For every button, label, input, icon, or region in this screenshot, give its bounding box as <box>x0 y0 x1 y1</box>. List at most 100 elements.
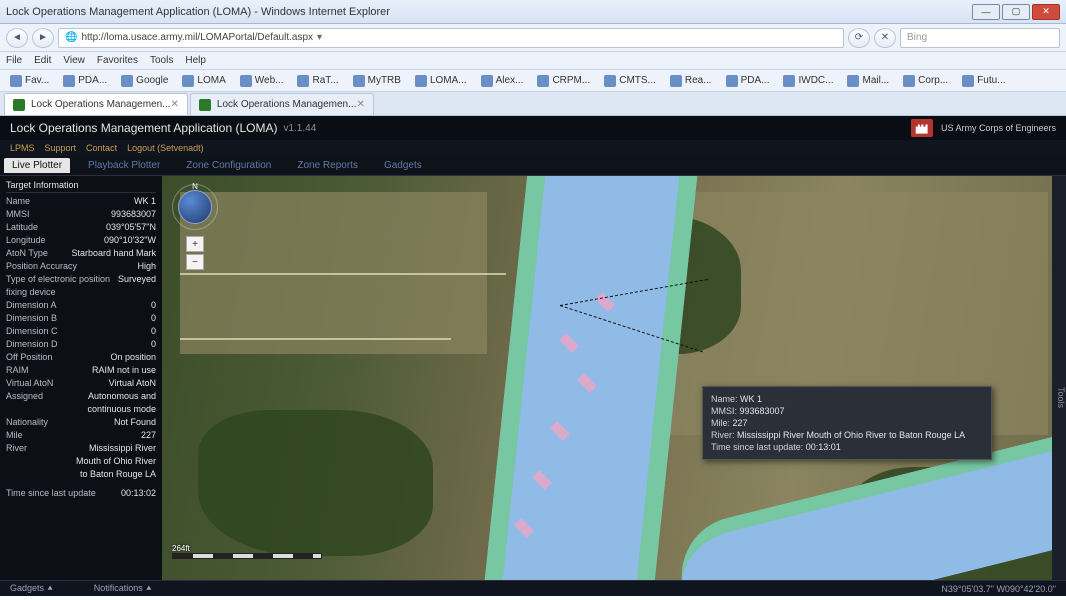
favicon-icon <box>10 75 22 87</box>
bookmark-item[interactable]: PDA... <box>722 74 774 88</box>
info-row: Type of electronic position fixing devic… <box>6 273 156 299</box>
window-titlebar: Lock Operations Management Application (… <box>0 0 1066 24</box>
bookmark-item[interactable]: CRPM... <box>533 74 594 88</box>
bookmark-item[interactable]: Web... <box>236 74 288 88</box>
app-title: Lock Operations Management Application (… <box>10 121 277 135</box>
refresh-button[interactable]: ⟳ <box>848 28 870 48</box>
usace-logo-icon <box>911 119 933 137</box>
tab-title: Lock Operations Managemen... <box>31 99 171 110</box>
sublink-logout[interactable]: Logout (Setvenadt) <box>127 143 204 153</box>
url-text: http://loma.usace.army.mil/LOMAPortal/De… <box>81 32 313 43</box>
close-button[interactable]: ✕ <box>1032 4 1060 20</box>
tab-live-plotter[interactable]: Live Plotter <box>4 158 70 173</box>
cursor-coords: N39°05'03.7" W090°42'20.0" <box>941 584 1056 594</box>
map-canvas[interactable]: N + − Name: WK 1 MMSI: 993683007 Mile: 2… <box>162 176 1066 580</box>
tab-favicon-icon <box>199 99 211 111</box>
forward-button[interactable]: ► <box>32 28 54 48</box>
app-tabs: Live Plotter Playback Plotter Zone Confi… <box>0 156 1066 176</box>
compass-control[interactable]: N <box>172 184 218 230</box>
address-bar[interactable]: 🌐 http://loma.usace.army.mil/LOMAPortal/… <box>58 28 844 48</box>
bookmark-item[interactable]: LOMA <box>178 74 229 88</box>
zoom-out-button[interactable]: − <box>186 254 204 270</box>
favicon-icon <box>63 75 75 87</box>
menu-favorites[interactable]: Favorites <box>97 55 138 66</box>
back-button[interactable]: ◄ <box>6 28 28 48</box>
zoom-control: + − <box>186 236 204 270</box>
bookmark-item[interactable]: Mail... <box>843 74 893 88</box>
menu-help[interactable]: Help <box>185 55 206 66</box>
bookmark-item[interactable]: Corp... <box>899 74 952 88</box>
bookmark-item[interactable]: PDA... <box>59 74 111 88</box>
info-row: Longitude090°10'32"W <box>6 234 156 247</box>
notifications-toggle[interactable]: Notifications ⯅ <box>94 583 153 594</box>
tab-close-icon[interactable]: ✕ <box>356 99 364 110</box>
maximize-button[interactable]: ▢ <box>1002 4 1030 20</box>
browser-tabstrip: Lock Operations Managemen... ✕ Lock Oper… <box>0 92 1066 116</box>
search-box[interactable]: Bing <box>900 28 1060 48</box>
bookmark-item[interactable]: LOMA... <box>411 74 471 88</box>
app-bottom-bar: Gadgets ⯅ Notifications ⯅ N39°05'03.7" W… <box>0 580 1066 596</box>
bookmarks-bar: Fav... PDA... Google LOMA Web... RaT... … <box>0 70 1066 92</box>
tab-zone-configuration[interactable]: Zone Configuration <box>178 158 279 173</box>
tab-gadgets[interactable]: Gadgets <box>376 158 430 173</box>
favicon-icon <box>903 75 915 87</box>
favicon-icon <box>962 75 974 87</box>
zoom-in-button[interactable]: + <box>186 236 204 252</box>
sublink-contact[interactable]: Contact <box>86 143 117 153</box>
gadgets-toggle[interactable]: Gadgets ⯅ <box>10 583 54 594</box>
bookmark-item[interactable]: Alex... <box>477 74 528 88</box>
menu-tools[interactable]: Tools <box>150 55 173 66</box>
map-imagery <box>162 176 1066 580</box>
info-row: RiverMississippi River Mouth of Ohio Riv… <box>6 442 156 481</box>
info-row: Dimension D0 <box>6 338 156 351</box>
info-row: Latitude039°05'57"N <box>6 221 156 234</box>
url-dropdown-icon[interactable]: ▾ <box>317 32 322 43</box>
menu-view[interactable]: View <box>63 55 85 66</box>
info-row: Dimension C0 <box>6 325 156 338</box>
north-label: N <box>192 182 198 191</box>
tab-zone-reports[interactable]: Zone Reports <box>289 158 366 173</box>
bookmark-item[interactable]: Rea... <box>666 74 716 88</box>
app-header: Lock Operations Management Application (… <box>0 116 1066 140</box>
minimize-button[interactable]: — <box>972 4 1000 20</box>
favicon-icon <box>297 75 309 87</box>
map-scale: 264ft <box>172 544 322 564</box>
favicon-icon <box>537 75 549 87</box>
info-row: AtoN TypeStarboard hand Mark <box>6 247 156 260</box>
globe-icon <box>178 190 212 224</box>
window-title: Lock Operations Management Application (… <box>6 6 390 18</box>
menu-file[interactable]: File <box>6 55 22 66</box>
bookmark-item[interactable]: RaT... <box>293 74 342 88</box>
favicon-icon <box>481 75 493 87</box>
menu-edit[interactable]: Edit <box>34 55 51 66</box>
tab-close-icon[interactable]: ✕ <box>171 99 179 110</box>
browser-tab[interactable]: Lock Operations Managemen... ✕ <box>4 93 188 115</box>
info-row: Off PositionOn position <box>6 351 156 364</box>
favicon-icon <box>182 75 194 87</box>
bookmark-item[interactable]: Futu... <box>958 74 1009 88</box>
bookmark-item[interactable]: MyTRB <box>349 74 405 88</box>
bookmark-item[interactable]: CMTS... <box>600 74 660 88</box>
favicon-icon <box>240 75 252 87</box>
info-row: AssignedAutonomous and continuous mode <box>6 390 156 416</box>
info-row: MMSI993683007 <box>6 208 156 221</box>
favicon-icon <box>415 75 427 87</box>
sublink-support[interactable]: Support <box>45 143 77 153</box>
sublink-lpms[interactable]: LPMS <box>10 143 35 153</box>
stop-button[interactable]: ✕ <box>874 28 896 48</box>
tab-favicon-icon <box>13 99 25 111</box>
app-version: v1.1.44 <box>283 123 316 134</box>
tools-rail[interactable]: Tools <box>1052 176 1066 580</box>
info-row: Mile227 <box>6 429 156 442</box>
app-main: Target Information NameWK 1 MMSI99368300… <box>0 176 1066 580</box>
tab-playback-plotter[interactable]: Playback Plotter <box>80 158 168 173</box>
search-placeholder: Bing <box>907 32 927 43</box>
info-row-time: Time since last update00:13:02 <box>6 487 156 500</box>
target-info-panel: Target Information NameWK 1 MMSI99368300… <box>0 176 162 580</box>
bookmark-item[interactable]: Fav... <box>6 74 53 88</box>
bookmark-item[interactable]: IWDC... <box>779 74 837 88</box>
favicon-icon <box>847 75 859 87</box>
info-row: Dimension B0 <box>6 312 156 325</box>
browser-tab[interactable]: Lock Operations Managemen... ✕ <box>190 93 374 115</box>
bookmark-item[interactable]: Google <box>117 74 172 88</box>
